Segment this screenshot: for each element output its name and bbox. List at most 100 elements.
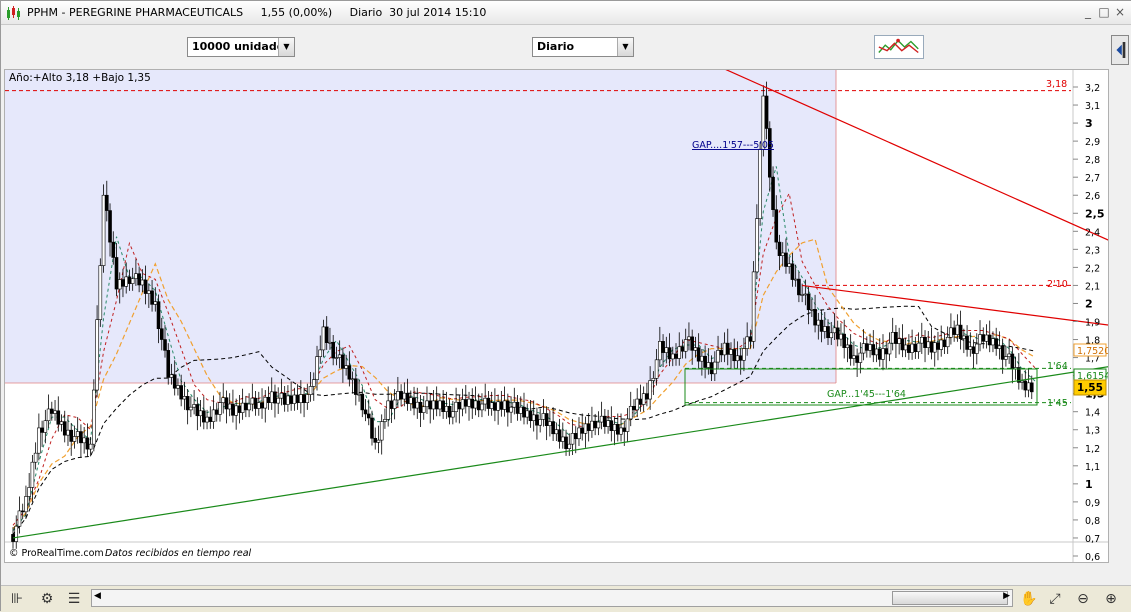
candle-body	[920, 336, 924, 344]
candle-body	[968, 346, 973, 350]
candle-body	[30, 461, 35, 488]
zoom-out-icon[interactable]: ⊖	[1073, 589, 1093, 609]
candle-body	[496, 401, 500, 411]
candle-body	[596, 421, 601, 429]
candle-body	[628, 405, 633, 420]
candle-body	[334, 357, 339, 359]
candle-body	[570, 433, 575, 445]
candle-body	[40, 427, 44, 433]
pan-icon[interactable]: ✋	[1019, 589, 1039, 609]
scroll-left-icon[interactable]: ◀	[94, 591, 101, 601]
candle-body	[1023, 380, 1028, 391]
close-button[interactable]: ×	[1113, 5, 1127, 19]
candle-body	[784, 252, 788, 267]
y-tick-label: 2,1	[1085, 281, 1100, 292]
candle-body	[156, 301, 161, 330]
candle-body	[586, 423, 591, 431]
candle-body	[208, 416, 213, 422]
candles-icon[interactable]: ⊪	[7, 589, 27, 609]
candle-body	[987, 334, 992, 346]
scroll-right-icon[interactable]: ▶	[1003, 591, 1010, 601]
candle-body	[548, 421, 552, 426]
candle-body	[159, 328, 164, 340]
y-tick-label: 0,7	[1085, 534, 1100, 545]
candle-body	[163, 339, 167, 351]
candle-body	[903, 344, 908, 351]
candle-body	[716, 350, 720, 363]
candle-body	[874, 348, 879, 356]
settings-icon[interactable]: ⚙	[37, 589, 57, 609]
candle-body	[269, 391, 274, 403]
candle-body	[85, 437, 90, 450]
realtime-status-text: Datos recibidos en tiempo real	[105, 548, 252, 559]
candle-body	[528, 410, 533, 422]
candle-body	[955, 324, 960, 335]
candle-body	[632, 405, 636, 411]
zoom-in-icon[interactable]: ⊕	[1101, 589, 1121, 609]
candle-body	[609, 420, 614, 431]
candle-body	[421, 406, 426, 413]
candle-body	[434, 400, 439, 410]
candle-body	[405, 392, 410, 404]
candle-body	[189, 406, 193, 411]
candle-body	[195, 404, 200, 417]
candle-body	[140, 279, 145, 286]
candle-body	[117, 279, 122, 290]
time-scrollbar[interactable]: ◀ ▶	[91, 589, 1013, 607]
drawing-tools-icon[interactable]	[874, 35, 924, 59]
app-window: PPHM - PEREGRINE PHARMACEUTICALS 1,55 (0…	[0, 0, 1131, 612]
candle-body	[150, 290, 154, 305]
candle-body	[984, 334, 989, 342]
candle-body	[907, 344, 911, 353]
period-select[interactable]: Diario ▼	[532, 37, 634, 57]
candle-body	[894, 332, 898, 344]
candle-body	[75, 431, 80, 437]
candle-body	[790, 263, 795, 280]
maximize-button[interactable]: □	[1097, 5, 1111, 19]
candle-body	[561, 436, 565, 442]
candle-body	[877, 348, 882, 360]
candle-body	[305, 394, 310, 403]
candle-body	[311, 379, 316, 387]
scroll-thumb[interactable]	[892, 591, 1008, 605]
candle-body	[932, 342, 937, 353]
candle-body	[192, 404, 196, 408]
candle-body	[451, 411, 455, 418]
candle-body	[764, 95, 769, 129]
candle-body	[651, 378, 656, 381]
candle-body	[793, 278, 798, 281]
candle-body	[518, 406, 523, 414]
candle-body	[544, 413, 549, 426]
trend-line	[802, 284, 1109, 326]
candle-body	[826, 326, 830, 339]
candle-body	[431, 400, 436, 410]
candle-body	[37, 427, 41, 454]
side-panel-toggle-icon[interactable]	[1111, 35, 1129, 65]
zoom-reset-icon[interactable]: ⤢	[1045, 589, 1065, 609]
candle-body	[551, 421, 555, 435]
y-tick-label: 2,4	[1085, 227, 1100, 238]
window-title: PPHM - PEREGRINE PHARMACEUTICALS 1,55 (0…	[27, 6, 487, 19]
candle-body	[444, 405, 449, 412]
candle-body	[337, 354, 342, 358]
units-select[interactable]: 10000 unidades ▼	[187, 37, 295, 57]
candle-body	[341, 354, 345, 369]
candle-body	[758, 148, 762, 219]
candle-body	[108, 210, 112, 243]
candle-body	[603, 415, 607, 427]
chart-canvas[interactable]: 3,2 3,1 3 2,9 2,8 2,7 2,6 2,5 2,4 2,3 2,2 2,1 2 1,9 1,…	[5, 68, 1110, 578]
candle-body	[214, 409, 219, 415]
candle-body	[949, 327, 953, 338]
candle-body	[289, 395, 293, 404]
candle-body	[942, 339, 947, 348]
candle-body	[945, 336, 950, 348]
candle-body	[205, 416, 209, 423]
candle-body	[729, 349, 733, 355]
level-label-210: 2'10	[1047, 279, 1068, 290]
minimize-button[interactable]: _	[1081, 5, 1095, 19]
y-tick-label: 0,9	[1085, 498, 1100, 509]
candle-body	[62, 421, 67, 436]
candle-body	[415, 401, 420, 409]
price-chart[interactable]: 3,2 3,1 3 2,9 2,8 2,7 2,6 2,5 2,4 2,3 2,2 2,1 2 1,9 1,…	[4, 68, 1110, 578]
list-icon[interactable]: ☰	[64, 589, 84, 609]
